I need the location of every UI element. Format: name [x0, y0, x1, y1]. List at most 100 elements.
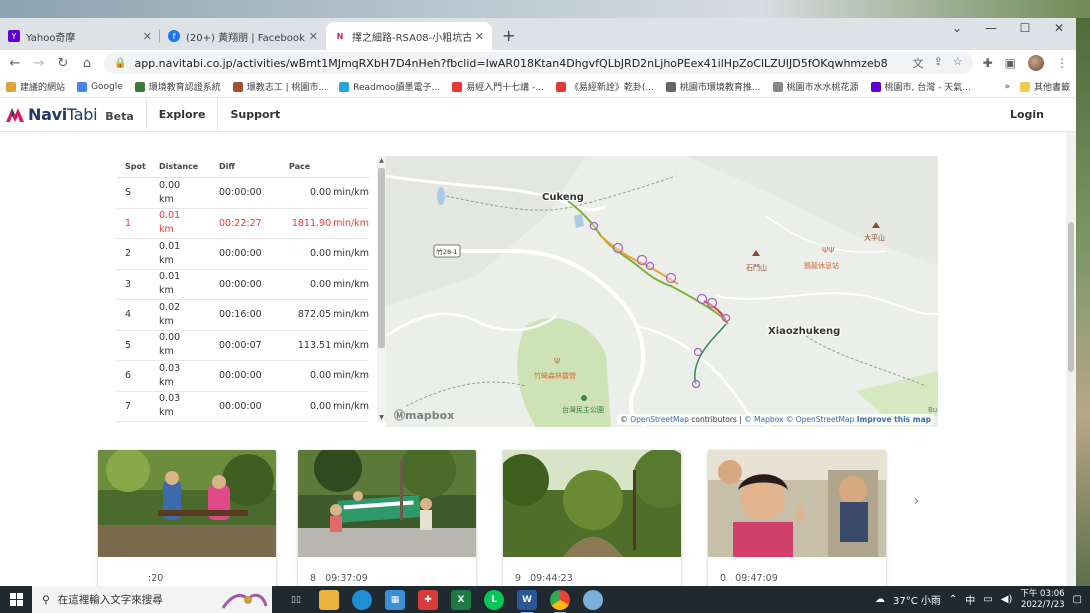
forward-arrow-icon[interactable]: → [32, 56, 46, 71]
back-arrow-icon[interactable]: ← [8, 56, 22, 71]
route-map[interactable]: ΨΨ Ψ 竹28-1 Cukeng Xiaozhukeng 石門山 大平山 鶴龍… [386, 156, 938, 427]
url-text[interactable]: app.navitabi.co.jp/activities/wBmt1MJmqR… [134, 57, 912, 70]
yahoo-icon: Y [8, 30, 20, 42]
excel-icon[interactable]: X [451, 589, 471, 610]
volume-icon[interactable]: ◀) [1001, 594, 1013, 605]
cell-spot: 5 [125, 339, 132, 351]
taskbar-search[interactable]: ⚲ 在這裡輸入文字來搜尋 [32, 586, 272, 613]
photo-card[interactable]: 9 09:44:23 [503, 450, 681, 586]
start-button[interactable] [0, 586, 32, 613]
task-view-icon[interactable]: ▯▯ [286, 590, 306, 610]
header-pace: Pace [289, 162, 311, 171]
side-panel-icon[interactable]: ▣ [1005, 56, 1016, 70]
tab-navitabi[interactable]: N 擇之細路-RSA08-小粗坑古道 by ✕ [326, 22, 492, 50]
table-row[interactable]: 5 0.00 km 00:00:07 113.51 min/km [117, 331, 369, 361]
osm-link-2[interactable]: © OpenStreetMap [786, 415, 855, 424]
table-scrollbar-thumb[interactable] [378, 168, 385, 348]
new-tab-button[interactable]: + [502, 22, 515, 50]
bookmark-item[interactable]: 桃園市水水桃花源 [772, 80, 859, 93]
login-link[interactable]: Login [1010, 108, 1044, 121]
improve-map-link[interactable]: Improve this map [857, 415, 931, 424]
chrome-icon[interactable] [550, 589, 570, 613]
close-tab-icon[interactable]: ✕ [309, 30, 318, 43]
bookmark-item[interactable]: Readmoo讀墨電子... [339, 80, 440, 93]
table-row[interactable]: 2 0.01 km 00:00:00 0.00 min/km [117, 239, 369, 270]
file-explorer-icon[interactable] [319, 589, 339, 610]
photo-card[interactable]: :20 [98, 450, 276, 586]
close-window-button[interactable]: ✕ [1042, 18, 1076, 38]
cell-spot: 7 [125, 400, 132, 412]
tray-chevron-up-icon[interactable]: ⌃ [949, 594, 957, 605]
cell-distance: 0.01 km [159, 271, 181, 297]
gift-icon[interactable]: ✚ [418, 589, 438, 610]
tab-yahoo[interactable]: Y Yahoo奇摩 ✕ [0, 22, 160, 50]
tab-facebook[interactable]: f (20+) 黃翔朋 | Facebook ✕ [160, 22, 326, 50]
close-tab-icon[interactable]: ✕ [475, 30, 484, 43]
table-row[interactable]: 1 0.01 km 00:22:27 1811.90 min/km [117, 209, 369, 239]
star-icon[interactable]: ☆ [953, 55, 963, 71]
photo-card[interactable]: 0 09:47:09 [708, 450, 886, 586]
ime-language[interactable]: 中 [965, 592, 975, 607]
navitabi-logo[interactable]: NaviTabi Beta [6, 105, 146, 124]
bookmarks-more-button[interactable]: » [1004, 82, 1010, 92]
notifications-icon[interactable]: ▢ [1073, 594, 1082, 605]
table-row[interactable]: 3 0.01 km 00:00:00 0.00 min/km [117, 270, 369, 300]
page-scrollbar-thumb[interactable] [1068, 222, 1074, 372]
store-icon[interactable]: ▦ [385, 589, 405, 610]
scroll-down-arrow-icon[interactable]: ▼ [377, 414, 386, 421]
address-bar[interactable]: 🔒 app.navitabi.co.jp/activities/wBmt1MJm… [104, 52, 973, 74]
network-icon[interactable]: ▭ [983, 594, 992, 605]
bookmark-item[interactable]: 易經入門十七講 -... [452, 80, 544, 93]
edge-browser-icon[interactable] [352, 589, 372, 610]
close-tab-icon[interactable]: ✕ [143, 30, 152, 43]
bookmark-item[interactable]: 建議的網站 [6, 80, 65, 93]
word-icon[interactable]: W [517, 589, 537, 613]
table-row[interactable]: 6 0.03 km 00:00:00 0.00 min/km [117, 361, 369, 392]
line-app-icon[interactable]: L [484, 589, 504, 610]
mapbox-logo[interactable]: Ⓜmapbox [394, 407, 454, 423]
table-row[interactable]: S 0.00 km 00:00:00 0.00 min/km [117, 178, 369, 209]
bookmark-favicon-icon [555, 81, 566, 92]
maximize-button[interactable]: ☐ [1008, 18, 1042, 38]
lock-icon[interactable]: 🔒 [114, 58, 126, 69]
profile-avatar[interactable] [1028, 55, 1044, 71]
share-icon[interactable]: ⇪ [934, 55, 943, 71]
page-scrollbar[interactable] [1066, 132, 1076, 586]
bookmark-item[interactable]: 桃園市環境教育推... [665, 80, 761, 93]
clock[interactable]: 下午 03:06 2022/7/23 [1020, 589, 1064, 611]
paint-icon[interactable] [583, 589, 603, 610]
taskbar-search-placeholder[interactable]: 在這裡輸入文字來搜尋 [58, 592, 163, 607]
table-row[interactable]: 4 0.02 km 00:16:00 872.05 min/km [117, 300, 369, 331]
nav-explore[interactable]: Explore [145, 97, 218, 132]
bookmark-item[interactable]: 《易經新詮》乾卦(... [555, 80, 654, 93]
svg-text:Ψ: Ψ [554, 357, 560, 366]
bookmark-item[interactable]: 環境教育認證系統 [134, 80, 221, 93]
bookmark-favicon-icon [772, 81, 783, 92]
menu-kebab-icon[interactable]: ⋮ [1056, 56, 1068, 70]
chevron-down-icon[interactable]: ⌄ [940, 18, 974, 38]
extensions-icon[interactable]: ✚ [983, 56, 993, 70]
photo-card[interactable]: 8 09:37:09 [298, 450, 476, 586]
translate-icon[interactable]: 文 [913, 55, 924, 71]
carousel-next-button[interactable]: › [914, 494, 919, 509]
weather-icon[interactable]: ☁ [875, 594, 885, 605]
bookmark-item[interactable]: Google [77, 81, 123, 92]
header-diff: Diff [219, 162, 235, 171]
map-attribution: © OpenStreetMap contributors | © Mapbox … [617, 414, 934, 425]
bookmark-item[interactable]: 桃園市, 台灣 - 天氣... [870, 80, 971, 93]
reload-icon[interactable]: ↻ [56, 56, 70, 71]
table-body: S 0.00 km 00:00:00 0.00 min/km 1 0.01 km 00:22:27… [117, 178, 369, 422]
nav-support[interactable]: Support [217, 97, 292, 132]
folder-icon [1019, 81, 1030, 92]
scroll-up-arrow-icon[interactable]: ▲ [377, 157, 386, 164]
bookmark-item[interactable]: 環教志工 | 桃園市... [232, 80, 327, 93]
weather-text[interactable]: 37°C 小雨 [893, 592, 941, 607]
osm-link[interactable]: OpenStreetMap [630, 415, 689, 424]
table-row[interactable]: 7 0.03 km 00:00:00 0.00 min/km [117, 392, 369, 422]
home-icon[interactable]: ⌂ [80, 56, 94, 71]
other-bookmarks-folder[interactable]: 其他書籤 [1019, 80, 1070, 93]
minimize-button[interactable]: — [974, 18, 1008, 38]
table-scrollbar[interactable]: ▲ ▼ [377, 156, 386, 422]
mapbox-link[interactable]: © Mapbox [744, 415, 783, 424]
cell-distance: 0.02 km [159, 301, 181, 327]
